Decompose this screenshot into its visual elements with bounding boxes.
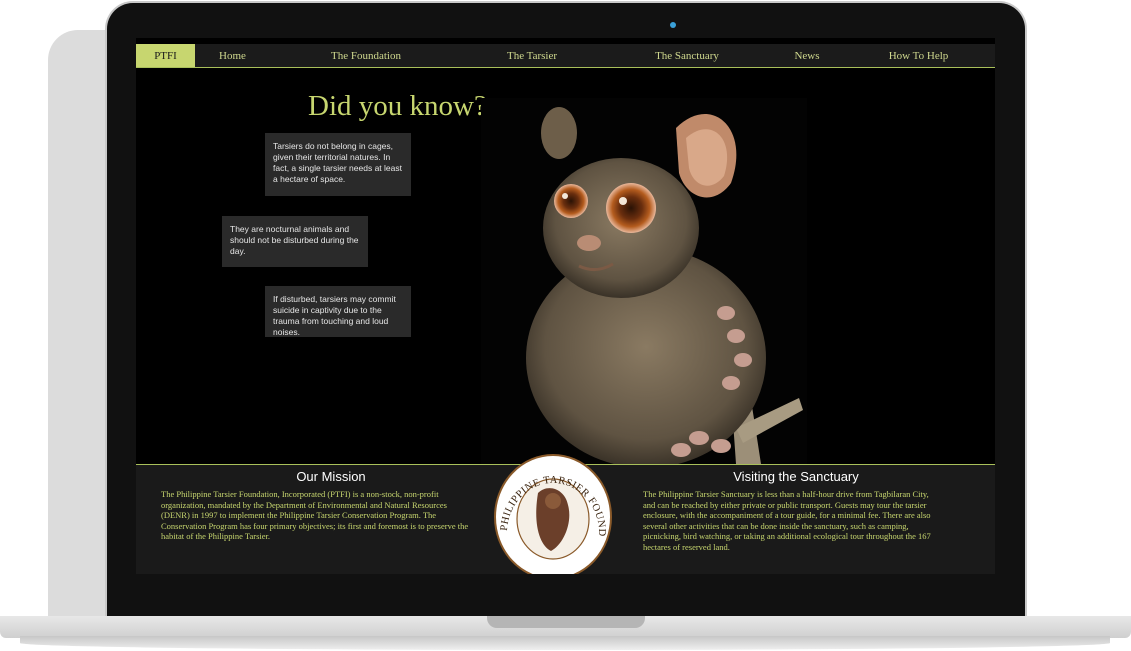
nav-item-how-to-help[interactable]: How To Help [842,44,995,67]
fact-card: They are nocturnal animals and should no… [222,216,368,267]
main-nav: PTFI Home The Foundation The Tarsier The… [136,44,995,68]
foundation-seal-logo: PHILIPPINE TARSIER FOUNDATION INC [489,445,613,574]
page-title: Did you know? [308,90,487,122]
tarsier-photo [481,98,807,468]
nav-item-foundation[interactable]: The Foundation [270,44,462,67]
mission-text: The Philippine Tarsier Foundation, Incor… [161,489,469,541]
nav-item-sanctuary[interactable]: The Sanctuary [602,44,772,67]
nav-item-tarsier[interactable]: The Tarsier [462,44,602,67]
mission-title: Our Mission [296,469,366,484]
laptop-notch [487,616,645,628]
camera-icon [670,22,676,28]
nav-item-news[interactable]: News [772,44,842,67]
visit-text: The Philippine Tarsier Sanctuary is less… [643,489,931,552]
nav-item-home[interactable]: Home [195,44,270,67]
laptop-foot [20,636,1110,650]
fact-card: Tarsiers do not belong in cages, given t… [265,133,411,196]
visit-title: Visiting the Sanctuary [733,469,859,484]
fact-card: If disturbed, tarsiers may commit suicid… [265,286,411,337]
nav-item-ptfi[interactable]: PTFI [136,44,195,67]
tarsier-illustration [526,107,803,468]
website-screen: PTFI Home The Foundation The Tarsier The… [136,38,995,574]
